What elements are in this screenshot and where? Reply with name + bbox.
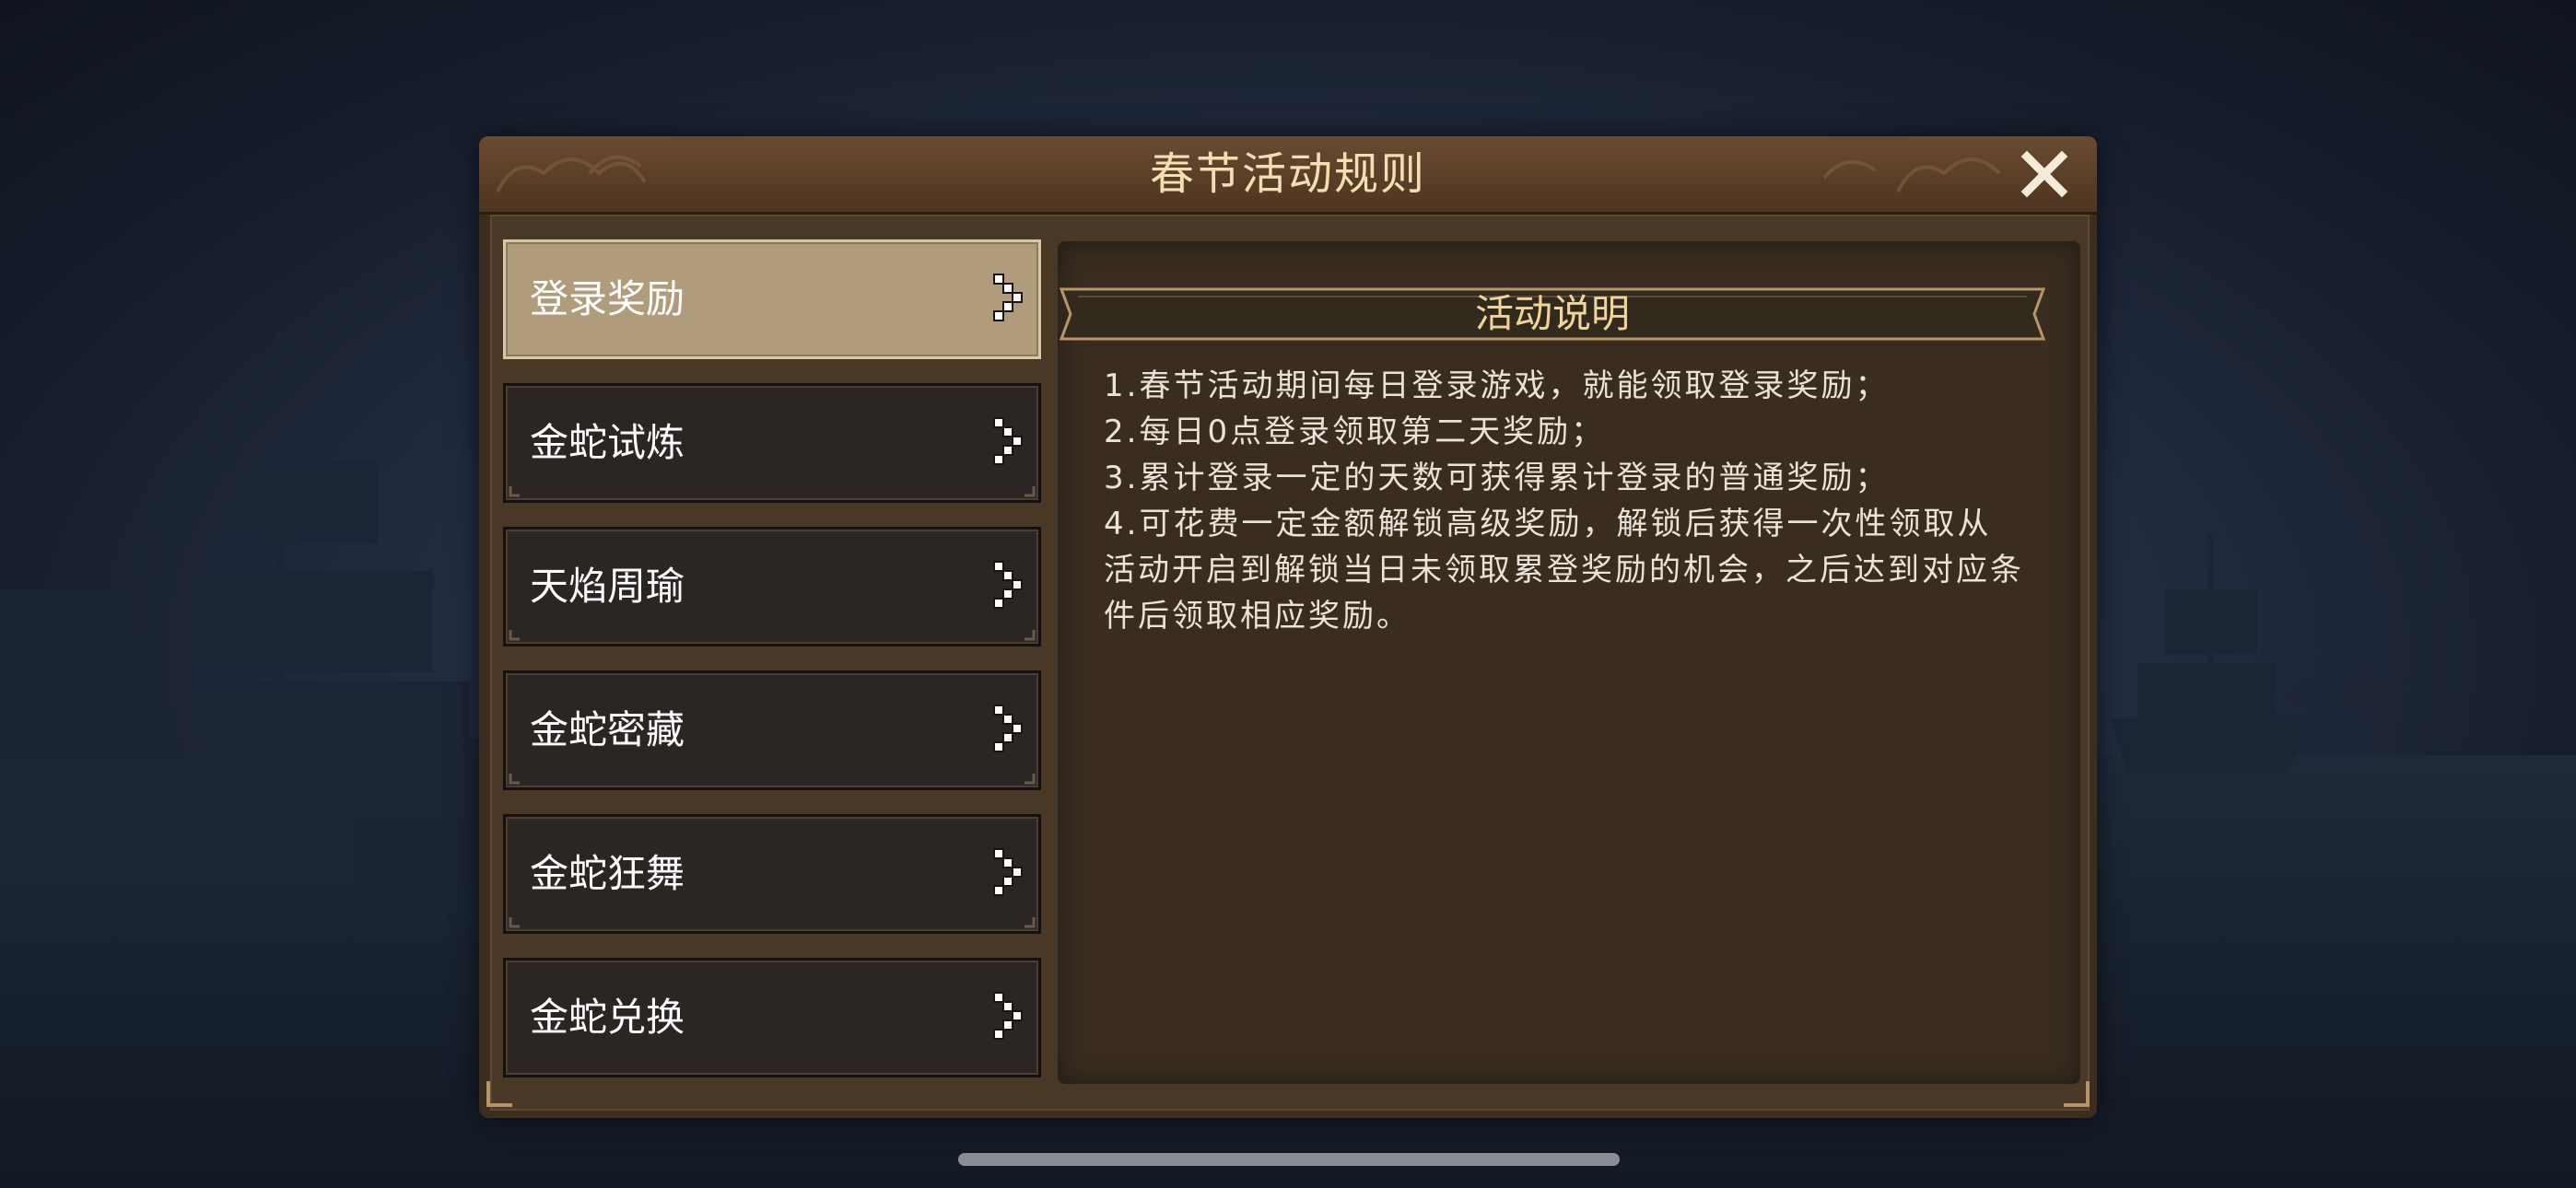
chevron-right-icon	[993, 992, 1023, 1040]
close-icon	[2020, 150, 2068, 198]
corner-ornament-icon	[509, 486, 520, 497]
menu-item-label: 金蛇兑换	[530, 995, 685, 1040]
menu-item-golden-snake-exchange[interactable]: 金蛇兑换	[503, 958, 1041, 1077]
corner-ornament-icon	[1025, 486, 1036, 497]
chevron-right-icon	[993, 848, 1023, 896]
corner-ornament-icon	[509, 774, 520, 785]
corner-ornament-icon	[1025, 917, 1036, 928]
section-banner: 活动说明	[1054, 282, 2051, 346]
rule-line: 1.春节活动期间每日登录游戏，就能领取登录奖励；	[1104, 367, 1890, 404]
menu-item-golden-snake-dance[interactable]: 金蛇狂舞	[503, 814, 1041, 934]
menu-item-tianyan-zhouyu[interactable]: 天焰周瑜	[503, 527, 1041, 646]
corner-ornament-icon	[509, 917, 520, 928]
chevron-right-icon	[993, 274, 1023, 321]
rules-text: 1.春节活动期间每日登录游戏，就能领取登录奖励； 2.每日0点登录领取第二天奖励…	[1104, 363, 2025, 639]
chevron-right-icon	[993, 561, 1023, 609]
menu-item-golden-snake-trial[interactable]: 金蛇试炼	[503, 383, 1041, 503]
chevron-right-icon	[993, 417, 1023, 465]
dialog-header: 春节活动规则	[479, 136, 2097, 215]
section-title: 活动说明	[1474, 291, 1630, 336]
dialog-title: 春节活动规则	[1149, 148, 1426, 200]
rule-line: 4.可花费一定金额解锁高级奖励，解锁后获得一次性领取从活动开启到解锁当日未领取累…	[1104, 506, 2024, 635]
home-indicator[interactable]	[958, 1153, 1620, 1166]
menu-item-login-reward[interactable]: 登录奖励	[503, 239, 1041, 359]
corner-ornament-icon	[1025, 630, 1036, 641]
corner-ornament-icon	[486, 1081, 512, 1107]
menu-item-golden-snake-treasure[interactable]: 金蛇密藏	[503, 670, 1041, 790]
menu-item-label: 金蛇试炼	[530, 420, 685, 465]
menu-item-label: 金蛇密藏	[530, 707, 685, 752]
menu-item-label: 天焰周瑜	[530, 564, 685, 609]
rule-line: 2.每日0点登录领取第二天奖励；	[1104, 413, 1606, 450]
menu-item-label: 登录奖励	[530, 276, 685, 321]
close-button[interactable]	[2014, 144, 2075, 204]
activity-menu: 登录奖励 金蛇试炼 天焰周瑜 金蛇密藏 金蛇狂舞 金蛇兑换	[490, 239, 1045, 1082]
menu-item-label: 金蛇狂舞	[530, 851, 685, 896]
corner-ornament-icon	[1025, 774, 1036, 785]
rule-line: 3.累计登录一定的天数可获得累计登录的普通奖励；	[1104, 460, 1890, 496]
corner-ornament-icon	[509, 630, 520, 641]
chevron-right-icon	[993, 705, 1023, 752]
